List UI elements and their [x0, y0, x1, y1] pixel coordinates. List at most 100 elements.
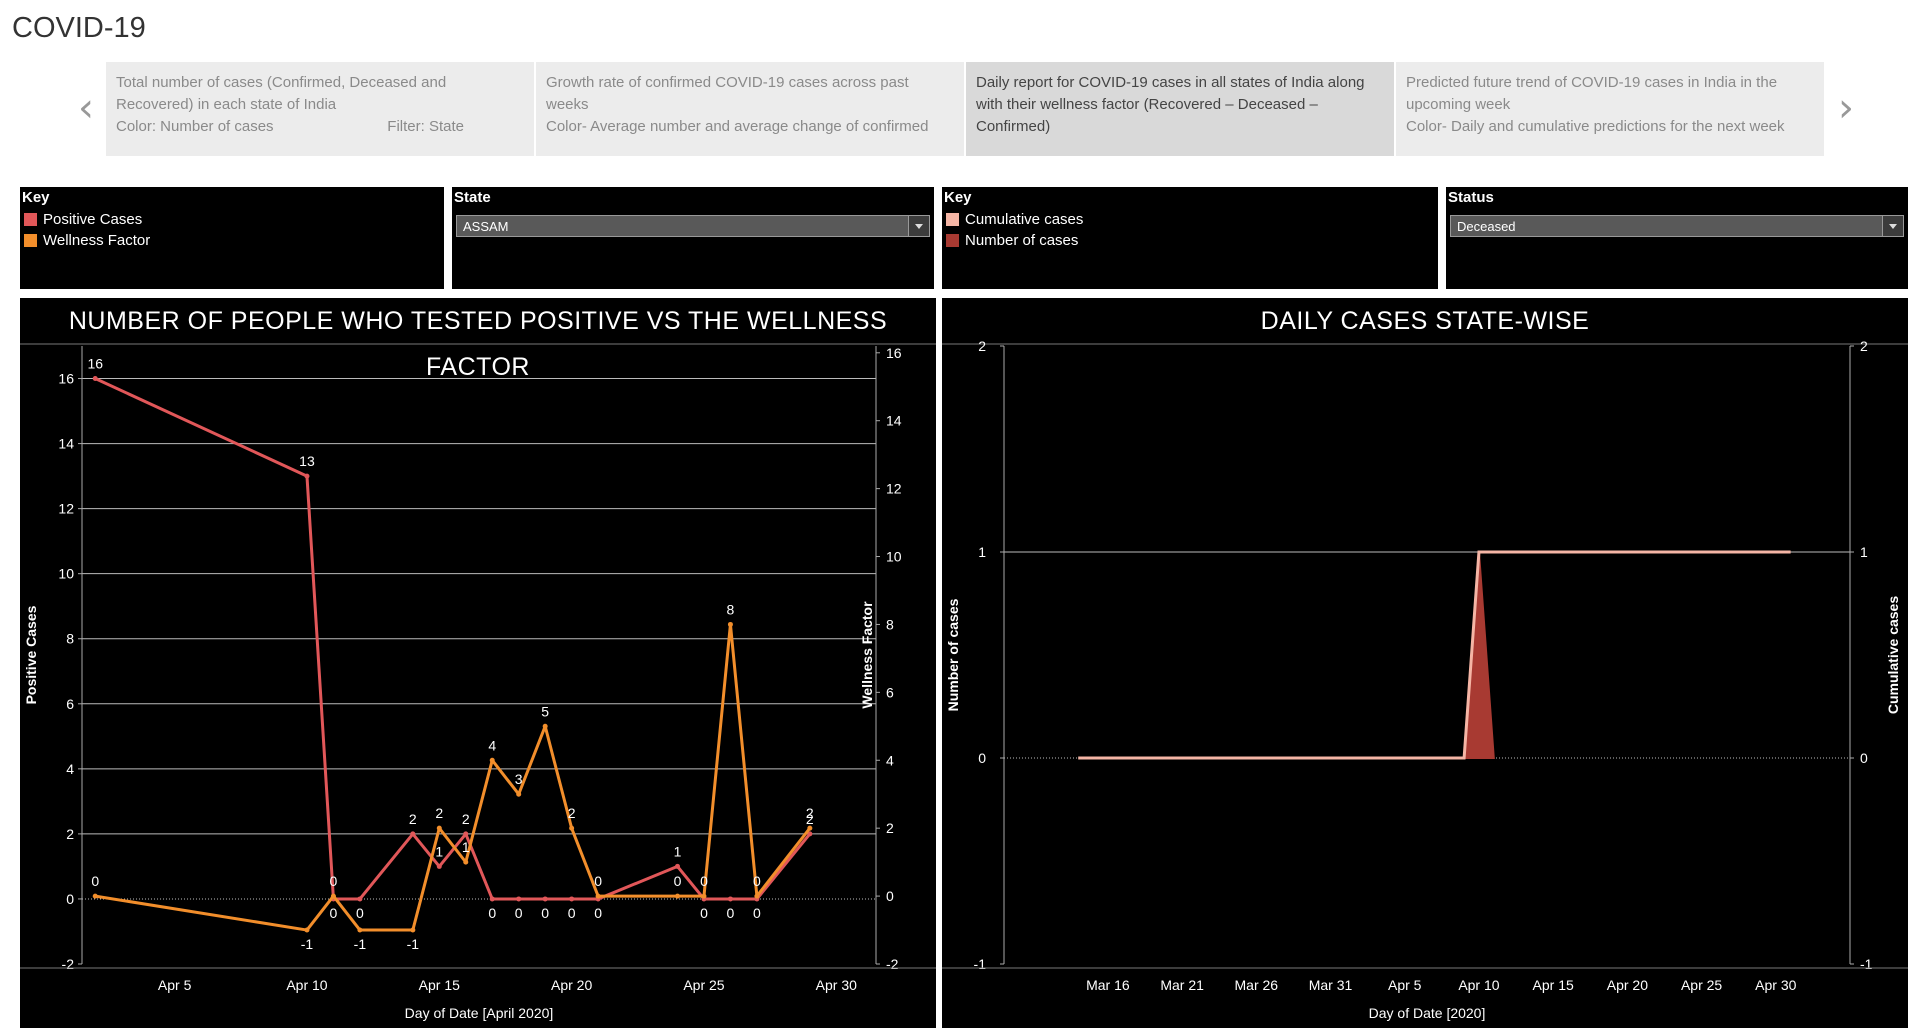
status-filter-panel: Status Deceased [1446, 187, 1908, 289]
x-tick-label: Apr 10 [286, 977, 327, 993]
data-label: 0 [594, 905, 602, 921]
story-next-arrow-icon[interactable]: › [1838, 88, 1854, 128]
story-point-text: upcoming week [1406, 96, 1511, 113]
story-point-text: Recovered) in each state of India [116, 96, 337, 113]
x-tick-label: Apr 10 [1458, 977, 1499, 993]
y-axis-title-right: Cumulative cases [1885, 596, 1901, 714]
data-point [463, 859, 469, 865]
y-tick-label-left: 6 [66, 696, 74, 712]
series-area-number-of-cases [1463, 551, 1495, 759]
story-point-text: Growth rate of confirmed COVID-19 cases … [546, 74, 909, 91]
data-label: 0 [594, 873, 602, 889]
y-tick-label-left: 14 [58, 436, 74, 452]
y-tick-label-left: 2 [978, 338, 986, 354]
status-dropdown[interactable]: Deceased [1450, 215, 1904, 237]
y-tick-label-right: 10 [886, 549, 902, 565]
data-point [569, 825, 575, 831]
data-point [595, 893, 601, 899]
key-panel-right: Key Cumulative cases Number of cases [942, 187, 1438, 289]
story-point-text: weeks [546, 96, 589, 113]
data-point [357, 896, 363, 902]
story-point-2[interactable]: Growth rate of confirmed COVID-19 cases … [536, 62, 964, 156]
data-label: 2 [409, 811, 417, 827]
data-label: 8 [727, 601, 735, 617]
data-point [807, 825, 813, 831]
y-tick-label-left: 1 [978, 544, 986, 560]
chevron-down-icon[interactable] [908, 216, 929, 236]
y-tick-label-right: 14 [886, 413, 902, 429]
data-label: 2 [462, 811, 470, 827]
data-point [675, 863, 680, 869]
y-tick-label-right: 16 [886, 345, 902, 361]
positive-vs-wellness-chart: NUMBER OF PEOPLE WHO TESTED POSITIVE VS … [20, 298, 936, 1028]
data-label: 2 [568, 805, 576, 821]
status-filter-label: Status [1448, 189, 1494, 206]
x-tick-label: Apr 30 [1755, 977, 1796, 993]
chart-plot[interactable]: -20246810121416-20246810121416Apr 5 Apr 1… [20, 298, 936, 1028]
y-axis-title-left: Positive Cases [23, 605, 39, 704]
chart-plot[interactable]: -1 -1 0 0 1 1 2 2 Mar 16 Mar 21 Mar 26 Mar 31 Apr 5 A… [942, 298, 1908, 1028]
data-label: 1 [435, 843, 443, 859]
y-tick-label-right: 1 [1860, 544, 1868, 560]
x-axis-title: Day of Date [April 2020] [405, 1005, 554, 1021]
data-point [489, 757, 495, 763]
data-point [436, 825, 442, 831]
y-tick-label-left: 12 [58, 501, 74, 517]
legend-swatch [946, 213, 959, 226]
y-axis-title-right: Wellness Factor [859, 601, 875, 709]
data-label: 0 [330, 873, 338, 889]
story-point-text: Predicted future trend of COVID-19 cases… [1406, 74, 1778, 91]
data-label: 3 [515, 771, 523, 787]
y-tick-label-left: -2 [62, 956, 75, 972]
data-label: 0 [91, 873, 99, 889]
y-tick-label-left: 0 [978, 750, 986, 766]
y-tick-label-right: 12 [886, 481, 902, 497]
data-point [463, 831, 469, 837]
story-point-text: Color- Average number and average change… [546, 118, 929, 135]
data-label: 13 [299, 453, 315, 469]
legend-item-wellness[interactable]: Wellness Factor [24, 232, 150, 249]
data-label: 1 [462, 839, 470, 855]
story-point-1[interactable]: Total number of cases (Confirmed, Deceas… [106, 62, 534, 156]
data-point [410, 927, 416, 933]
data-point [436, 863, 442, 869]
story-point-3[interactable]: Daily report for COVID-19 cases in all s… [966, 62, 1394, 156]
legend-label: Positive Cases [43, 211, 143, 228]
story-prev-arrow-icon[interactable]: ‹ [78, 88, 94, 128]
legend-item-positive[interactable]: Positive Cases [24, 211, 142, 228]
y-tick-label-right: -1 [1860, 956, 1873, 972]
key-label: Key [944, 189, 972, 206]
story-point-text: Total number of cases (Confirmed, Deceas… [116, 74, 447, 91]
data-label: 0 [727, 905, 735, 921]
story-point-4[interactable]: Predicted future trend of COVID-19 cases… [1396, 62, 1824, 156]
data-label: -1 [407, 936, 420, 952]
x-tick-label: Apr 20 [1607, 977, 1648, 993]
y-tick-label-left: 8 [66, 631, 74, 647]
state-dropdown[interactable]: ASSAM [456, 215, 930, 237]
legend-item-number[interactable]: Number of cases [946, 232, 1078, 249]
y-tick-label-left: -1 [974, 956, 987, 972]
x-tick-label: Mar 31 [1309, 977, 1353, 993]
key-panel-left: Key Positive Cases Wellness Factor [20, 187, 444, 289]
data-point [542, 723, 548, 729]
daily-cases-chart: DAILY CASES STATE-WISE -1 -1 0 0 1 1 2 2 Mar 16 M… [942, 298, 1908, 1028]
x-tick-label: Apr 15 [1533, 977, 1574, 993]
x-tick-label: Apr 25 [683, 977, 724, 993]
page-title: COVID-19 [12, 12, 146, 44]
chevron-down-icon[interactable] [1882, 216, 1903, 236]
legend-swatch [946, 234, 959, 247]
y-tick-label-right: 8 [886, 616, 894, 632]
data-point [304, 927, 310, 933]
data-point [542, 896, 548, 902]
y-tick-label-left: 16 [58, 371, 74, 387]
x-tick-label: Apr 5 [158, 977, 192, 993]
y-tick-label-right: -2 [886, 956, 899, 972]
data-point [754, 893, 760, 899]
y-tick-label-left: 0 [66, 891, 74, 907]
data-label: 1 [674, 843, 682, 859]
data-point [92, 376, 98, 382]
data-label: 0 [700, 873, 708, 889]
legend-item-cumulative[interactable]: Cumulative cases [946, 211, 1083, 228]
data-label: 0 [356, 905, 364, 921]
state-filter-label: State [454, 189, 491, 206]
